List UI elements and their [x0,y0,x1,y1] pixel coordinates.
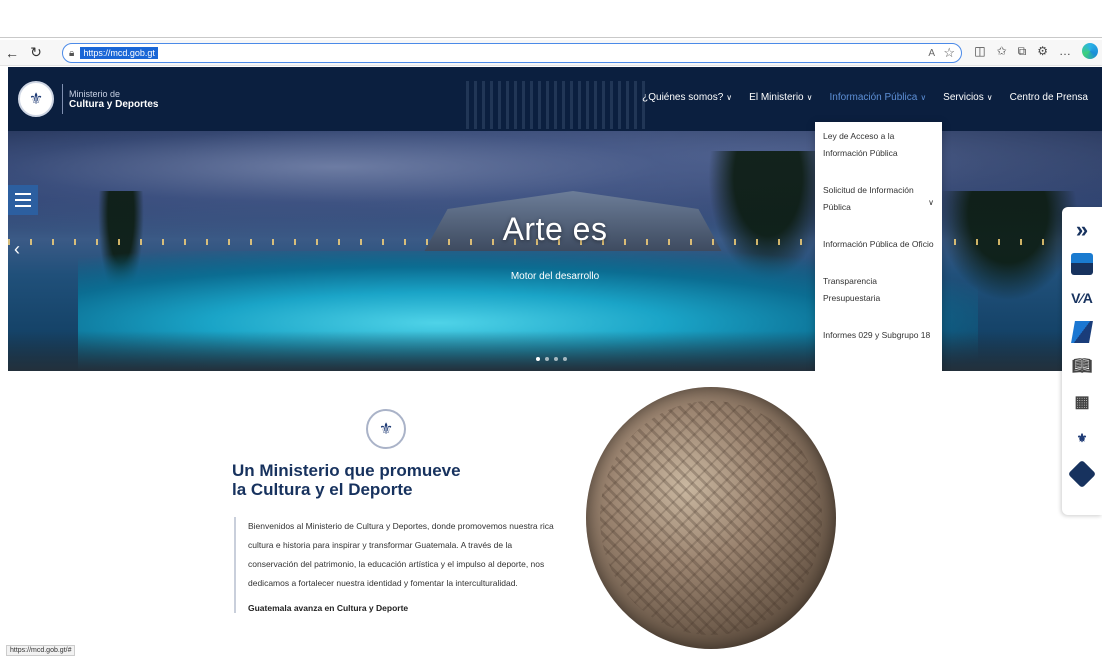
intro-body: Bienvenidos al Ministerio de Cultura y D… [234,517,564,613]
dropdown-item-ley-de-acceso[interactable]: Ley de Acceso a la Información Pública [823,128,934,162]
collections-icon[interactable]: ⧉ [1018,44,1027,59]
back-icon[interactable]: ← [0,41,24,65]
favorites-icon[interactable]: ✩ [997,44,1007,58]
double-chevron-right-icon[interactable]: » [1069,217,1095,243]
refresh-icon[interactable]: ↻ [24,41,48,65]
chevron-down-icon: ∨ [726,93,733,102]
nav-quienes-somos[interactable]: ¿Quiénes somos? ∨ [642,92,732,103]
site-logo[interactable]: ⚜ Ministerio de Cultura y Deportes [18,81,158,117]
browser-toolbar: ← ↻ 🔒︎ https://mcd.gob.gt A ☆ ◫ ✩ ⧉ ⚙ … [0,40,1102,66]
intro-tagline: Guatemala avanza en Cultura y Deporte [248,603,409,613]
nav-servicios[interactable]: Servicios ∨ [943,92,992,103]
browser-actions: ◫ ✩ ⧉ ⚙ … [974,43,1098,59]
brand-line2: Cultura y Deportes [69,98,159,110]
guatemala-seal-icon: ⚜ [366,409,406,449]
va-logo-icon[interactable]: V⁄A [1069,285,1095,311]
web-page: ⚜ Ministerio de Cultura y Deportes ¿Quié… [8,67,1102,656]
slider-dot[interactable] [554,357,558,361]
address-bar[interactable]: 🔒︎ https://mcd.gob.gt A ☆ [62,43,962,63]
nav-centro-de-prensa[interactable]: Centro de Prensa [1010,92,1088,103]
brand-text: Ministerio de Cultura y Deportes [69,89,158,110]
split-screen-icon[interactable]: ◫ [974,44,985,58]
hamburger-menu-icon[interactable] [8,185,38,215]
maya-glyph-icon[interactable]: ▦ [1069,389,1095,415]
slider-dot[interactable] [563,357,567,361]
heading-line1: Un Ministerio que promueve [232,461,461,480]
chevron-down-icon: ∨ [806,93,813,102]
chevron-left-icon[interactable]: ‹ [14,239,20,260]
informacion-publica-dropdown: Ley de Acceso a la Información Pública S… [815,122,942,406]
nav-label: Servicios [943,92,984,103]
dropdown-item-solicitud[interactable]: Solicitud de Información Pública ∨ [823,182,934,216]
brand-line1: Ministerio de [69,88,121,99]
nav-label: ¿Quiénes somos? [642,92,724,103]
intro-section: ⚜ Un Ministerio que promueve la Cultura … [8,371,1102,656]
dropdown-item-informacion-de-oficio[interactable]: Información Pública de Oficio [823,236,934,253]
dropdown-item-transparencia[interactable]: Transparencia Presupuestaria [823,273,934,307]
intro-heading: Un Ministerio que promueve la Cultura y … [232,461,532,499]
guatemala-seal-icon: ⚜ [18,81,54,117]
book-icon[interactable]: 📖︎ [1069,353,1095,379]
status-bar-url: https://mcd.gob.gt/# [6,645,76,656]
copilot-icon[interactable] [1082,43,1098,59]
diamond-logo-icon[interactable] [1067,459,1097,489]
dropdown-item-informes[interactable]: Informes 029 y Subgrupo 18 [823,327,934,344]
window-top-area [0,0,1102,38]
person-icon[interactable] [1071,253,1093,275]
favorite-star-icon[interactable]: ☆ [943,45,955,61]
main-nav: ¿Quiénes somos? ∨ El Ministerio ∨ Informac… [642,92,1088,103]
maya-stone-disc-image [586,387,836,649]
quick-links-panel: » V⁄A 📖︎ ▦ ⚜ [1062,207,1102,515]
nav-label: Centro de Prensa [1009,92,1088,103]
url-text[interactable]: https://mcd.gob.gt [80,47,158,59]
slider-dot[interactable] [536,357,540,361]
extensions-icon[interactable]: ⚙ [1037,44,1048,58]
dropdown-item-label: Solicitud de Información Pública [823,185,914,212]
chevron-down-icon: ∨ [920,93,927,102]
flag-logo-icon[interactable] [1071,321,1093,343]
slider-dot[interactable] [545,357,549,361]
read-aloud-icon[interactable]: A [928,48,935,59]
logo-divider [62,84,63,114]
slider-dots [536,357,567,361]
intro-paragraph: Bienvenidos al Ministerio de Cultura y D… [248,521,554,588]
nav-label: El Ministerio [749,92,804,103]
header-building-watermark [466,81,646,129]
more-icon[interactable]: … [1059,44,1071,58]
chevron-down-icon[interactable]: ∨ [928,194,934,211]
heading-line2: la Cultura y el Deporte [232,480,413,499]
lock-icon: 🔒︎ [69,47,75,59]
nav-label: Información Pública [829,92,918,103]
nav-el-ministerio[interactable]: El Ministerio ∨ [749,92,812,103]
chevron-down-icon: ∨ [986,93,993,102]
nav-informacion-publica[interactable]: Información Pública ∨ [829,92,926,103]
seal-icon[interactable]: ⚜ [1069,425,1095,451]
